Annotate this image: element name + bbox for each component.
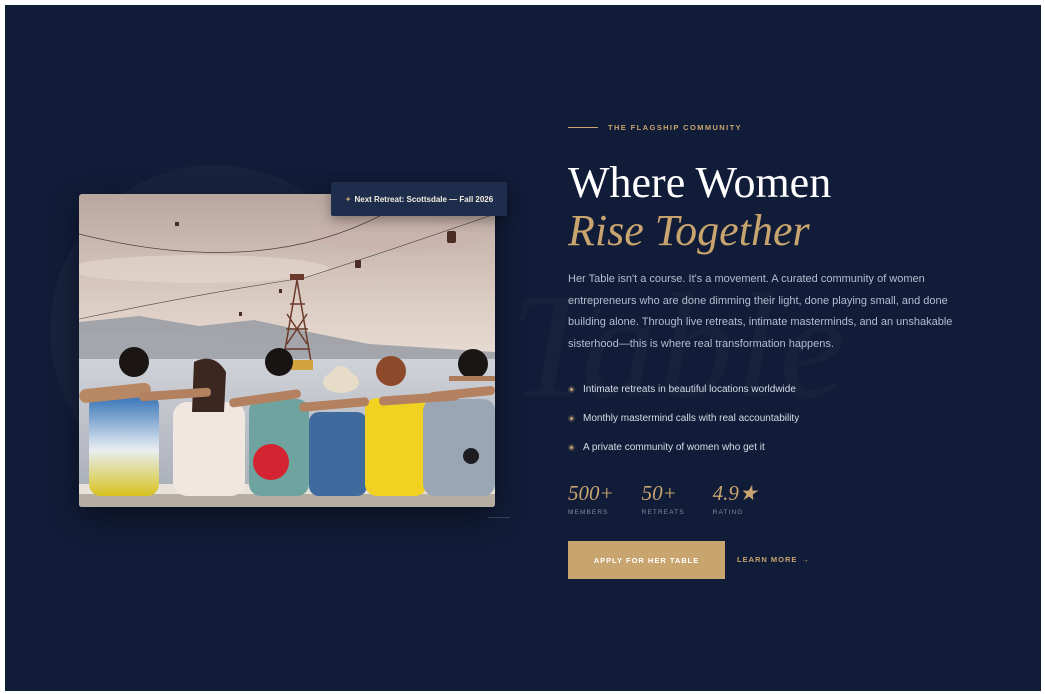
headline-line2: Rise Together [568,206,810,255]
list-item: Monthly mastermind calls with real accou… [568,404,799,433]
stats-row: 500+ MEMBERS 50+ RETREATS 4.9★ RATING [568,481,758,516]
stat-label: RATING [712,509,744,516]
intro-paragraph: Her Table isn't a course. It's a movemen… [568,273,953,350]
apply-button[interactable]: APPLY FOR HER TABLE [568,541,725,579]
bullet-dot-icon [568,415,575,422]
stat-rating: 4.9★ RATING [713,481,758,516]
eyebrow-rule [568,127,598,128]
stat-retreats: 50+ RETREATS [642,481,685,516]
list-item: Intimate retreats in beautiful locations… [568,375,799,404]
stat-label: RETREATS [641,509,685,516]
stat-value: 4.9★ [712,481,758,505]
stat-label: MEMBERS [568,509,609,516]
list-item: A private community of women who get it [568,433,799,462]
eyebrow: THE FLAGSHIP COMMUNITY [568,123,742,132]
headline-line1: Where Women [568,158,832,207]
stat-members: 500+ MEMBERS [568,481,614,516]
list-item-text: Intimate retreats in beautiful locations… [583,384,796,395]
decorative-line [488,517,510,518]
next-retreat-text: Next Retreat: Scottsdale — Fall 2026 [354,194,494,204]
hero-section: Table [5,5,1041,691]
learn-more-label: LEARN MORE [737,555,798,564]
list-item-text: Monthly mastermind calls with real accou… [583,413,800,424]
list-item-text: A private community of women who get it [583,442,765,453]
eyebrow-text: THE FLAGSHIP COMMUNITY [608,123,742,132]
hero-photo [79,194,495,507]
learn-more-link[interactable]: LEARN MORE → [737,555,810,564]
star-icon: ✦ [344,194,352,204]
bullet-dot-icon [568,386,575,393]
arrow-right-icon: → [801,555,810,564]
bullet-dot-icon [568,444,575,451]
next-retreat-badge: ✦ Next Retreat: Scottsdale — Fall 2026 [331,182,507,216]
stat-value: 50+ [641,481,677,505]
feature-list: Intimate retreats in beautiful locations… [568,375,799,462]
stat-value: 500+ [568,481,614,505]
